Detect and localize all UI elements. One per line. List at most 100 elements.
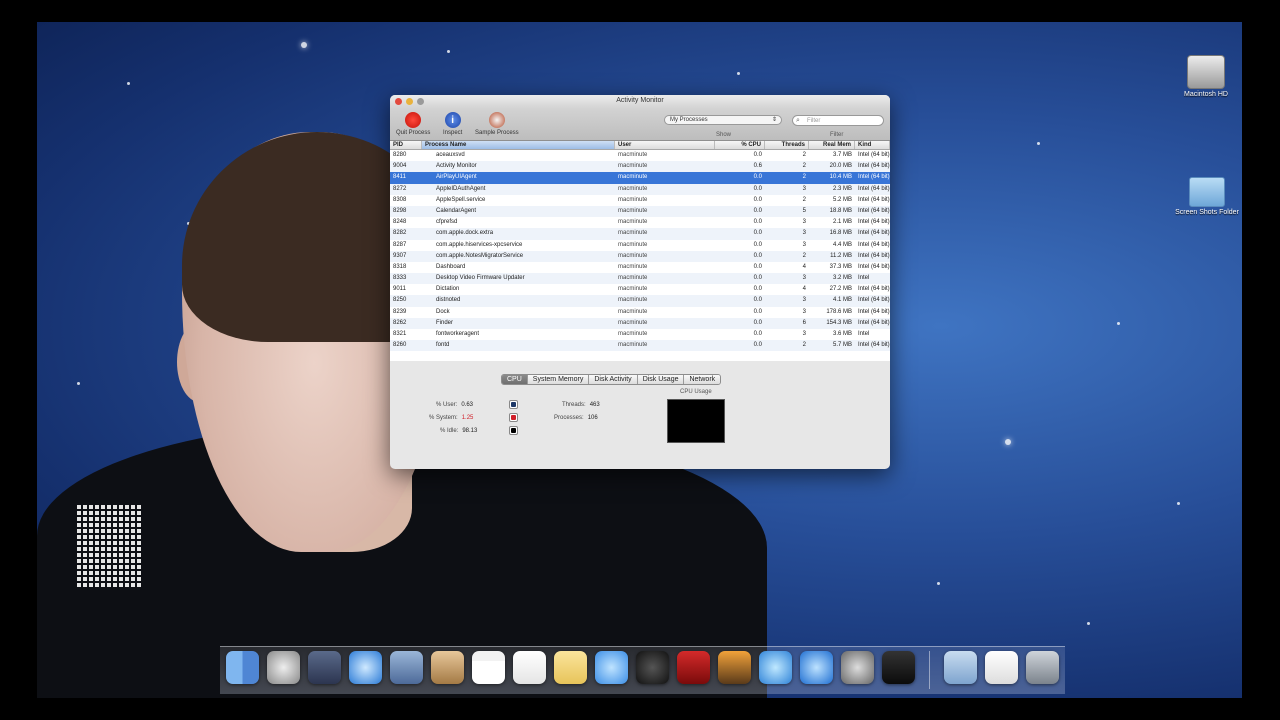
- table-row[interactable]: 8262 Finder macminute 0.0 6 154.3 MB Intel (64…: [390, 317, 890, 329]
- system-color-swatch[interactable]: [509, 413, 518, 422]
- row-user: macminute: [618, 163, 648, 170]
- title-bar[interactable]: Activity Monitor: [390, 95, 890, 109]
- system-color: [511, 415, 516, 420]
- row-user: macminute: [618, 196, 648, 203]
- mail-app-icon[interactable]: [390, 651, 423, 684]
- messages-icon[interactable]: [595, 651, 628, 684]
- column-cpu[interactable]: % CPU: [715, 141, 765, 149]
- documents-stack-icon[interactable]: [985, 651, 1018, 684]
- monitor-tabs: CPU System Memory Disk Activity Disk Usa…: [501, 374, 722, 385]
- row-user: macminute: [618, 263, 648, 270]
- table-row[interactable]: 8282 com.apple.dock.extra macminute 0.0 3 16.…: [390, 228, 890, 240]
- column-user[interactable]: User: [615, 141, 715, 149]
- row-kind: Intel (64 bit): [858, 185, 890, 192]
- trash-icon[interactable]: [1026, 651, 1059, 684]
- photo-booth-icon[interactable]: [677, 651, 710, 684]
- tab-system-memory[interactable]: System Memory: [527, 375, 590, 384]
- table-row[interactable]: 8318 Dashboard macminute 0.0 4 37.3 MB Intel (…: [390, 262, 890, 273]
- row-pid: 8262: [393, 319, 407, 326]
- table-row[interactable]: 8411 AirPlayUIAgent macminute 0.0 2 10.4 MB In…: [390, 172, 890, 184]
- star: [737, 72, 740, 75]
- contacts-icon[interactable]: [431, 651, 464, 684]
- table-row[interactable]: 9011 Dictation macminute 0.0 4 27.2 MB Intel (…: [390, 284, 890, 295]
- iphoto-icon[interactable]: [718, 651, 751, 684]
- row-pid: 9307: [393, 252, 407, 259]
- screenshots-folder-icon[interactable]: Screen Shots Folder: [1167, 177, 1242, 216]
- row-pid: 8321: [393, 331, 407, 337]
- row-process-name: AirPlayUIAgent: [436, 174, 477, 181]
- column-threads[interactable]: Threads: [765, 141, 809, 149]
- mission-control-icon[interactable]: [308, 651, 341, 684]
- table-row[interactable]: 8248 cfprefsd macminute 0.0 3 2.1 MB Intel (64…: [390, 217, 890, 228]
- launchpad-icon[interactable]: [267, 651, 300, 684]
- row-real-mem: 178.6 MB: [826, 308, 852, 315]
- info-icon: i: [444, 112, 461, 128]
- user-color-swatch[interactable]: [509, 400, 518, 409]
- show-processes-select[interactable]: My Processes ⇕: [664, 115, 782, 125]
- table-row[interactable]: 8287 com.apple.hiservices-xpcservice macmi…: [390, 240, 890, 251]
- calendar-icon[interactable]: [472, 651, 505, 684]
- column-kind[interactable]: Kind: [855, 141, 890, 149]
- column-real-mem[interactable]: Real Mem: [809, 141, 855, 149]
- table-row[interactable]: 8250 distnoted macminute 0.0 3 4.1 MB Intel (6…: [390, 295, 890, 307]
- table-header: PID Process Name User % CPU Threads Real…: [390, 141, 890, 150]
- activity-monitor-icon[interactable]: [882, 651, 915, 684]
- star: [1117, 322, 1120, 325]
- row-cpu: 0.0: [753, 286, 762, 293]
- idle-color-swatch[interactable]: [509, 426, 518, 435]
- system-preferences-icon[interactable]: [841, 651, 874, 684]
- table-row[interactable]: 9307 com.apple.NotesMigratorService macmin…: [390, 250, 890, 262]
- facetime-icon[interactable]: [636, 651, 669, 684]
- tab-cpu[interactable]: CPU: [502, 375, 528, 384]
- table-row[interactable]: 8239 Dock macminute 0.0 3 178.6 MB Intel (64 b…: [390, 307, 890, 318]
- cpu-user-stat: % User: 0.63: [436, 402, 474, 408]
- app-store-icon[interactable]: [800, 651, 833, 684]
- row-kind: Intel (64 bit): [858, 263, 890, 270]
- finder-icon[interactable]: [226, 651, 259, 684]
- row-real-mem: 37.3 MB: [829, 263, 852, 270]
- column-process-name[interactable]: Process Name: [422, 141, 615, 149]
- star: [1005, 439, 1011, 445]
- row-user: macminute: [618, 252, 648, 259]
- table-row[interactable]: 8321 fontworkeragent macminute 0.0 3 3.6 MB In…: [390, 329, 890, 340]
- process-table: 8280 aceauxsvd macminute 0.0 2 3.7 MB Intel (6…: [390, 150, 890, 361]
- row-pid: 8260: [393, 342, 407, 349]
- row-real-mem: 5.2 MB: [832, 196, 852, 203]
- itunes-icon[interactable]: [759, 651, 792, 684]
- tab-disk-usage[interactable]: Disk Usage: [637, 375, 685, 384]
- row-pid: 8280: [393, 152, 407, 158]
- table-row[interactable]: 8280 aceauxsvd macminute 0.0 2 3.7 MB Intel (6…: [390, 150, 890, 161]
- tab-disk-activity[interactable]: Disk Activity: [589, 375, 638, 384]
- notes-icon[interactable]: [554, 651, 587, 684]
- macintosh-hd-icon[interactable]: Macintosh HD: [1166, 55, 1242, 98]
- table-row[interactable]: 8260 fontd macminute 0.0 2 5.7 MB Intel (64 bi…: [390, 340, 890, 352]
- row-cpu: 0.0: [753, 319, 762, 326]
- safari-icon[interactable]: [349, 651, 382, 684]
- reminders-icon[interactable]: [513, 651, 546, 684]
- row-kind: Intel (64 bit): [858, 230, 890, 237]
- row-threads: 3: [802, 185, 806, 192]
- table-row[interactable]: 8298 CalendarAgent macminute 0.0 5 18.8 MB Int…: [390, 205, 890, 218]
- row-cpu: 0.0: [753, 308, 762, 315]
- dock-items: [220, 651, 1065, 689]
- cpu-usage-graph: [667, 399, 725, 443]
- folder-icon: [1189, 177, 1225, 207]
- sample-process-button[interactable]: Sample Process: [475, 112, 519, 136]
- threads-stat: Threads: 463: [562, 402, 600, 408]
- table-row[interactable]: 8272 AppleIDAuthAgent macminute 0.0 3 2.3 MB I…: [390, 183, 890, 195]
- applications-folder-icon[interactable]: [944, 651, 977, 684]
- row-process-name: fontd: [436, 342, 450, 349]
- quit-process-button[interactable]: Quit Process: [396, 112, 430, 136]
- row-pid: 8282: [393, 230, 407, 237]
- desktop: Macintosh HD Screen Shots Folder Activit…: [37, 22, 1242, 698]
- inspect-button[interactable]: i Inspect: [443, 112, 462, 136]
- row-user: macminute: [618, 275, 648, 282]
- filter-input[interactable]: ⌕ Filter: [792, 115, 884, 126]
- tab-network[interactable]: Network: [684, 375, 721, 384]
- column-pid[interactable]: PID: [390, 141, 422, 149]
- table-row[interactable]: 8308 AppleSpell.service macminute 0.0 2 5.2 M…: [390, 195, 890, 206]
- row-process-name: aceauxsvd: [436, 152, 465, 158]
- table-row[interactable]: 9004 Activity Monitor macminute 0.6 2 20.0 MB…: [390, 161, 890, 173]
- table-row[interactable]: 8333 Desktop Video Firmware Updater macmin…: [390, 273, 890, 285]
- row-real-mem: 2.1 MB: [832, 219, 852, 226]
